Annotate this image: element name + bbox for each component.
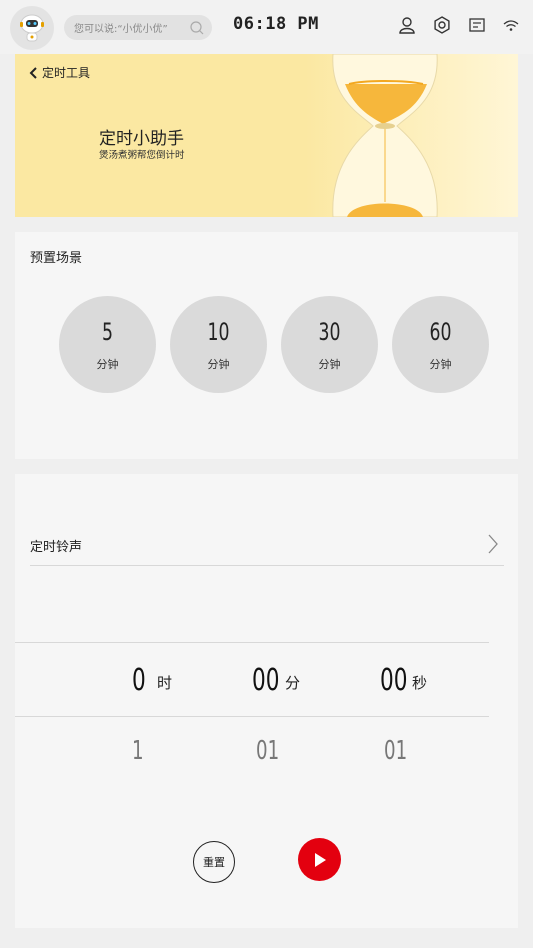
voice-search-bar[interactable]: 您可以说:“小优小优” [64,15,212,40]
hourglass-icon [305,54,518,217]
preset-value: 60 [429,318,452,346]
chevron-left-icon [29,66,37,79]
reset-button[interactable]: 重置 [193,841,235,883]
seconds-unit: 秒 [412,674,428,692]
timer-card: 定时铃声 [15,474,518,928]
wifi-icon [502,16,520,38]
hours-unit: 时 [157,674,173,692]
seconds-next: 01 [384,736,408,766]
hours-next: 1 [132,736,144,766]
preset-10-minutes[interactable]: 10 分钟 [170,296,267,393]
picker-divider-top [15,642,489,643]
search-placeholder: 您可以说:“小优小优” [74,24,168,35]
preset-30-minutes[interactable]: 30 分钟 [281,296,378,393]
message-icon[interactable] [468,16,486,38]
robot-avatar-icon[interactable] [10,6,54,50]
start-button[interactable] [298,838,341,881]
chevron-right-icon [488,534,498,558]
preset-unit: 分钟 [96,358,119,371]
minutes-next: 01 [256,736,280,766]
seconds-value: 00 [380,663,408,698]
user-icon[interactable] [398,16,416,38]
preset-60-minutes[interactable]: 60 分钟 [392,296,489,393]
top-bar: 您可以说:“小优小优” 06:18 PM [0,0,533,54]
preset-title: 预置场景 [30,251,83,266]
preset-value: 30 [318,318,341,346]
status-clock: 06:18 PM [233,14,319,34]
picker-divider-bottom [15,716,489,717]
timer-banner: 定时工具 定时小助手 煲汤煮粥帮您倒计时 [15,54,518,217]
minutes-value: 00 [252,663,280,698]
banner-title: 定时小助手 [99,129,184,149]
preset-unit: 分钟 [207,358,230,371]
preset-value: 5 [102,318,113,346]
play-icon [314,852,326,867]
banner-subtitle: 煲汤煮粥帮您倒计时 [99,150,185,161]
gear-icon[interactable] [433,16,451,38]
minutes-unit: 分 [285,674,301,692]
back-label: 定时工具 [42,66,91,80]
reset-label: 重置 [203,856,225,869]
ringtone-row[interactable]: 定时铃声 [30,524,504,566]
back-button[interactable]: 定时工具 [29,64,90,81]
ringtone-label: 定时铃声 [30,540,83,555]
preset-scenes-card: 预置场景 5 分钟 10 分钟 30 分钟 60 分钟 [15,232,518,459]
search-icon[interactable] [190,20,204,39]
preset-value: 10 [207,318,230,346]
preset-unit: 分钟 [318,358,341,371]
preset-5-minutes[interactable]: 5 分钟 [59,296,156,393]
preset-unit: 分钟 [429,358,452,371]
hours-value: 0 [132,663,146,698]
